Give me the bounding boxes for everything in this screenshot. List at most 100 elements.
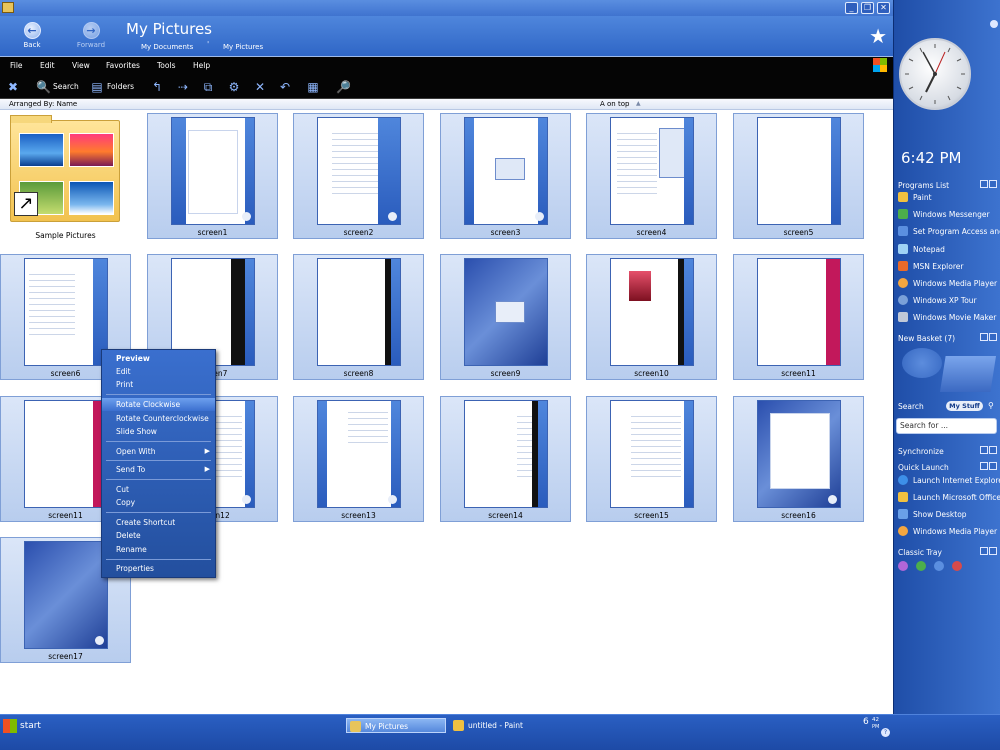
back-button[interactable]: ← Back <box>12 22 52 49</box>
program-windows-movie-maker[interactable]: Windows Movie Maker <box>898 311 1000 325</box>
thumbnail-screen3[interactable]: screen3 <box>440 113 571 239</box>
taskbar-item-paint[interactable]: untitled - Paint <box>450 718 550 733</box>
menu-item-open-with[interactable]: Open With ▶ <box>102 445 215 458</box>
menu-item-create-shortcut[interactable]: Create Shortcut <box>102 516 215 529</box>
menu-item-preview[interactable]: Preview <box>102 352 215 365</box>
zoom-button[interactable]: 🔎 <box>336 79 353 94</box>
start-button[interactable]: start <box>0 716 60 736</box>
synchronize-controls[interactable] <box>980 446 998 454</box>
favorites-star-icon[interactable]: ★ <box>869 26 887 46</box>
sidebar-search-input[interactable]: Search for ... <box>896 418 997 434</box>
menu-favorites[interactable]: Favorites <box>106 61 140 70</box>
sidebar-options-icon[interactable] <box>990 20 998 28</box>
tray-clock-minutes[interactable]: 42 <box>872 717 879 723</box>
menu-separator <box>106 394 211 395</box>
quick-launch-outlook[interactable]: Launch Microsoft Office Outlook <box>898 491 1000 505</box>
menu-item-properties[interactable]: Properties <box>102 562 215 575</box>
quick-launch-controls[interactable] <box>980 462 998 470</box>
classic-tray-controls[interactable] <box>980 547 998 555</box>
program-windows-messenger[interactable]: Windows Messenger <box>898 208 1000 222</box>
menu-item-rotate-clockwise[interactable]: Rotate Clockwise <box>102 398 215 411</box>
classic-tray-icons <box>898 561 998 573</box>
taskbar-item-my-pictures[interactable]: My Pictures <box>346 718 446 733</box>
menu-help[interactable]: Help <box>193 61 210 70</box>
title-bar[interactable]: _ ❐ ✕ <box>0 0 893 16</box>
menu-tools[interactable]: Tools <box>157 61 175 70</box>
close-button[interactable]: ✕ <box>877 2 890 14</box>
sort-order-label[interactable]: A on top <box>600 100 629 108</box>
programs-list-controls[interactable] <box>980 180 998 188</box>
thumbnail-screen2[interactable]: screen2 <box>293 113 424 239</box>
classic-tray-header[interactable]: Classic Tray <box>898 548 942 557</box>
program-msn-explorer[interactable]: MSN Explorer <box>898 260 1000 274</box>
my-stuff-button[interactable]: My Stuff <box>946 401 983 411</box>
properties-button[interactable]: ⚙ <box>227 79 244 94</box>
breadcrumb-my-pictures[interactable]: My Pictures <box>223 43 263 51</box>
close-pane-button[interactable]: ✖ <box>6 79 23 94</box>
menu-item-delete[interactable]: Delete <box>102 529 215 542</box>
program-set-program-access[interactable]: Set Program Access and Defaults <box>898 225 1000 239</box>
minimize-button[interactable]: _ <box>845 2 858 14</box>
menu-item-rename[interactable]: Rename <box>102 543 215 556</box>
sample-pictures-folder[interactable]: ↗ Sample Pictures <box>8 115 123 242</box>
search-key-icon[interactable]: ⚲ <box>988 401 994 410</box>
undo-button[interactable]: ↶ <box>278 79 295 94</box>
program-paint[interactable]: Paint <box>898 191 1000 205</box>
menu-view[interactable]: View <box>72 61 90 70</box>
folders-button[interactable]: ▤ Folders <box>90 79 134 94</box>
help-icon[interactable]: ? <box>881 728 890 737</box>
up-button[interactable]: ↰ <box>150 79 167 94</box>
basket-controls[interactable] <box>980 333 998 341</box>
thumbnail-screen9[interactable]: screen9 <box>440 254 571 380</box>
menu-item-slide-show[interactable]: Slide Show <box>102 425 215 438</box>
thumbnail-screen11[interactable]: screen11 <box>733 254 864 380</box>
synchronize-header[interactable]: Synchronize <box>898 447 944 456</box>
basket-header[interactable]: New Basket (7) <box>898 334 955 343</box>
thumbnail-screen1[interactable]: screen1 <box>147 113 278 239</box>
thumbnail-screen13[interactable]: screen13 <box>293 396 424 522</box>
thumbnail-screen14[interactable]: screen14 <box>440 396 571 522</box>
menu-item-cut[interactable]: Cut <box>102 483 215 496</box>
tray-clock-hour[interactable]: 6 <box>863 717 869 727</box>
menu-item-copy[interactable]: Copy <box>102 496 215 509</box>
basket-area[interactable] <box>900 346 996 396</box>
program-windows-xp-tour[interactable]: Windows XP Tour <box>898 294 1000 308</box>
thumbnail-screen15[interactable]: screen15 <box>586 396 717 522</box>
thumbnail-screen16[interactable]: screen16 <box>733 396 864 522</box>
menu-edit[interactable]: Edit <box>40 61 55 70</box>
thumbnail-screen4[interactable]: screen4 <box>586 113 717 239</box>
tray-network-icon[interactable] <box>916 561 926 571</box>
arranged-by-label[interactable]: Arranged By: Name <box>9 100 77 108</box>
sort-arrow-icon[interactable]: ▲ <box>636 100 641 107</box>
delete-button[interactable]: ✕ <box>253 79 270 94</box>
program-notepad[interactable]: Notepad <box>898 243 1000 257</box>
menu-item-send-to[interactable]: Send To ▶ <box>102 463 215 476</box>
move-to-button[interactable]: ⇢ <box>176 79 193 94</box>
breadcrumb-my-documents[interactable]: My Documents <box>141 43 193 51</box>
quick-launch-media-player[interactable]: Windows Media Player <box>898 525 1000 539</box>
thumbnail-screen5[interactable]: screen5 <box>733 113 864 239</box>
thumbnail-screen8[interactable]: screen8 <box>293 254 424 380</box>
thumbnail-screen10[interactable]: screen10 <box>586 254 717 380</box>
maximize-button[interactable]: ❐ <box>861 2 874 14</box>
menu-item-edit[interactable]: Edit <box>102 365 215 378</box>
tray-app-icon[interactable] <box>898 561 908 571</box>
program-windows-media-player[interactable]: Windows Media Player <box>898 277 1000 291</box>
tray-messenger-icon[interactable] <box>934 561 944 571</box>
quick-launch-show-desktop[interactable]: Show Desktop <box>898 508 1000 522</box>
quick-launch-internet-explorer[interactable]: Launch Internet Explorer Browser <box>898 474 1000 488</box>
menu-separator <box>106 512 211 513</box>
copy-to-button[interactable]: ⧉ <box>201 79 218 94</box>
menu-separator <box>106 460 211 461</box>
programs-list-header[interactable]: Programs List <box>898 181 949 190</box>
quick-launch-header[interactable]: Quick Launch <box>898 463 949 472</box>
folder-icon <box>2 2 14 13</box>
menu-item-rotate-counterclockwise[interactable]: Rotate Counterclockwise <box>102 412 215 425</box>
forward-button[interactable]: → Forward <box>71 22 111 49</box>
menu-item-print[interactable]: Print <box>102 378 215 391</box>
views-button[interactable]: ▦ <box>306 79 323 94</box>
search-button[interactable]: 🔍 Search <box>36 79 79 94</box>
tray-security-icon[interactable] <box>952 561 962 571</box>
screenshot-preview <box>610 258 694 366</box>
menu-file[interactable]: File <box>10 61 23 70</box>
